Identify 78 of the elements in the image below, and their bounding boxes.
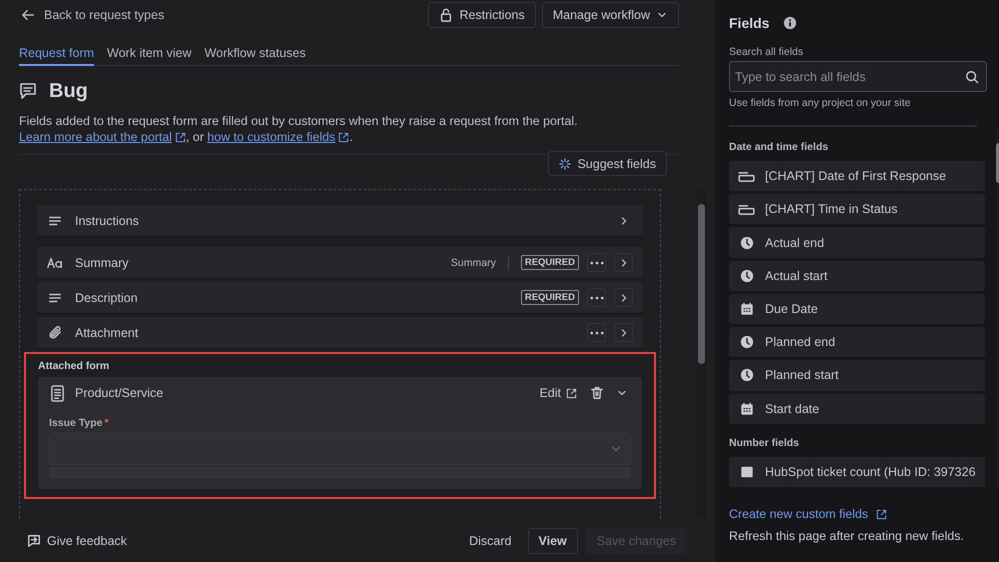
text-type-icon	[47, 256, 63, 268]
external-link-icon	[566, 388, 577, 398]
feedback-icon	[27, 534, 41, 548]
manage-workflow-button[interactable]: Manage workflow	[542, 2, 679, 28]
arrow-left-icon	[21, 8, 35, 22]
field-item[interactable]: Actual start	[729, 260, 985, 291]
more-button[interactable]	[587, 253, 606, 272]
required-badge: REQUIRED	[520, 255, 579, 270]
edit-button[interactable]: Edit	[535, 386, 581, 400]
section-heading: Attached form	[38, 360, 110, 372]
clock-icon	[738, 236, 755, 250]
view-button[interactable]: View	[528, 528, 578, 554]
field-label: Attachment	[75, 326, 138, 340]
tab[interactable]: Request form	[19, 46, 94, 66]
field-type-label: Summary	[450, 256, 496, 268]
field-item[interactable]: Actual end	[729, 227, 985, 258]
form-name: Product/Service	[75, 386, 164, 400]
dropdown-field[interactable]	[49, 433, 631, 465]
document-icon	[49, 384, 65, 402]
sidebar-title: Fields	[729, 15, 770, 31]
open-field-button[interactable]	[614, 253, 633, 272]
description-text: Fields added to the request form are filled out by customers when they raise a request from the portal. Learn more about the portal , or how to customize fields .	[19, 113, 579, 145]
back-link[interactable]: Back to request types	[19, 8, 164, 22]
search-icon	[965, 70, 979, 84]
open-field-button[interactable]	[614, 323, 633, 342]
external-link-icon	[876, 508, 888, 520]
discard-button[interactable]: Discard	[461, 534, 520, 548]
field-label: Instructions	[75, 214, 139, 228]
restrictions-button[interactable]: Restrictions	[428, 2, 536, 28]
sparkle-icon	[559, 158, 572, 170]
search-field[interactable]: Type to search all fields	[729, 61, 987, 92]
group-heading: Date and time fields	[729, 141, 830, 153]
paperclip-icon	[47, 325, 63, 340]
group-heading: Number fields	[729, 436, 800, 449]
search-label: Search all fields	[729, 46, 804, 58]
field-item[interactable]: Planned end	[729, 327, 985, 358]
form-field-row[interactable]: Summary Summary REQUIRED	[37, 247, 643, 278]
box-icon	[738, 204, 755, 215]
required-badge: REQUIRED	[520, 290, 579, 305]
external-link-icon	[174, 132, 186, 142]
trash-icon	[590, 386, 604, 400]
hint-text: Use fields from any project on your site	[729, 97, 912, 109]
tab[interactable]: Workflow statuses	[204, 46, 306, 66]
info-icon	[783, 16, 798, 30]
create-custom-fields-link[interactable]: Create new custom fields	[729, 507, 888, 521]
field-item[interactable]: [CHART] Time in Status	[729, 194, 985, 224]
padlock-icon	[439, 8, 454, 22]
link[interactable]: Learn more about the portal	[19, 129, 186, 145]
more-icon	[590, 330, 604, 334]
scrollbar[interactable]	[697, 189, 706, 519]
field-item[interactable]: Start date	[729, 394, 985, 424]
tab[interactable]: Work item view	[107, 46, 192, 66]
more-button[interactable]	[587, 323, 606, 342]
speech-bubble-icon	[19, 82, 37, 100]
field-label: Summary	[75, 256, 128, 270]
form-field-row[interactable]: Description REQUIRED	[37, 282, 643, 313]
refresh-note: Refresh this page after creating new fields.	[729, 529, 965, 543]
box-icon	[738, 170, 755, 182]
give-feedback-button[interactable]: Give feedback	[19, 534, 135, 548]
clock-icon	[738, 368, 755, 382]
more-button[interactable]	[587, 288, 606, 307]
suggest-fields-button[interactable]: Suggest fields	[548, 151, 667, 176]
page-title: Bug	[49, 80, 88, 102]
field-item[interactable]: HubSpot ticket count (Hub ID: 397326	[729, 456, 985, 487]
field-item[interactable]: Planned start	[729, 360, 985, 391]
field-label: Description	[75, 290, 138, 304]
link[interactable]: how to customize fields	[207, 129, 350, 145]
clock-icon	[738, 268, 755, 283]
form-field-row[interactable]: Attachment	[37, 317, 643, 348]
field-item[interactable]: [CHART] Date of First Response	[729, 161, 985, 192]
external-link-icon	[338, 132, 350, 142]
field-label: Issue Type *	[49, 417, 110, 429]
more-icon	[590, 260, 604, 264]
form-field-row[interactable]: Instructions	[37, 205, 643, 236]
clock-icon	[738, 335, 755, 350]
more-icon	[590, 296, 604, 300]
field-item[interactable]: Due Date	[729, 294, 985, 324]
open-field-button[interactable]	[614, 288, 633, 307]
